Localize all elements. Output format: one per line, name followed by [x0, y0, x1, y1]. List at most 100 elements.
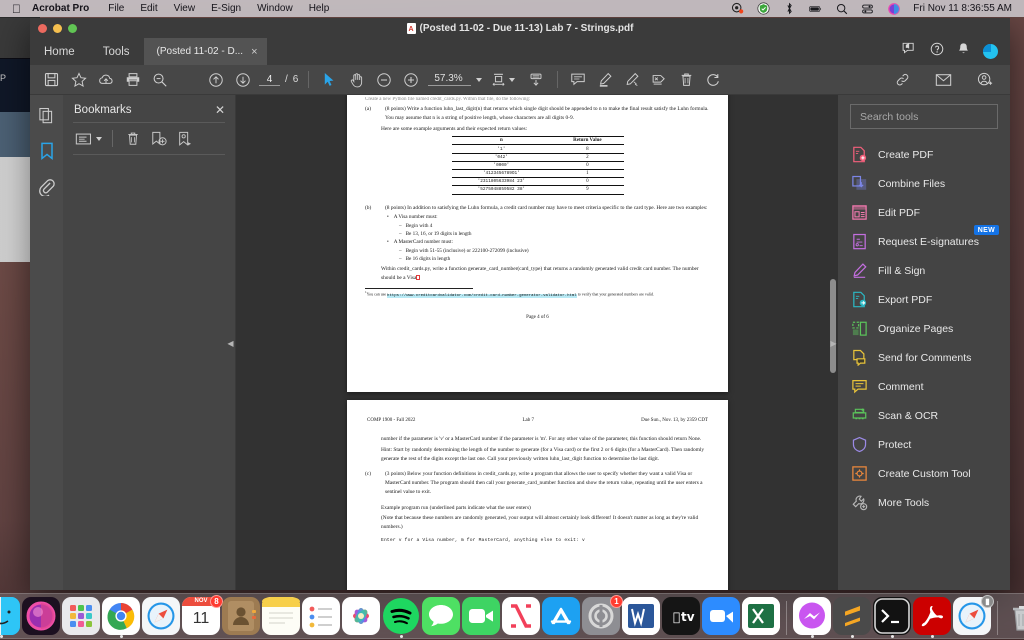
dock-item-apple-tv[interactable]: tv	[662, 597, 700, 635]
tool-organize-pages[interactable]: Organize Pages	[838, 314, 1010, 343]
delete-bookmark-icon[interactable]	[123, 129, 142, 148]
close-icon[interactable]: ×	[251, 46, 257, 58]
attachments-icon[interactable]	[36, 176, 58, 198]
menu-item-view[interactable]: View	[174, 3, 196, 14]
menu-item-acrobat-pro[interactable]: Acrobat Pro	[32, 3, 89, 14]
dock-item-launchpad[interactable]	[62, 597, 100, 635]
bluetooth-icon[interactable]	[783, 2, 796, 15]
zoom-level-value[interactable]: 57.3%	[428, 73, 471, 86]
minimize-window-button[interactable]	[53, 23, 62, 33]
account-avatar[interactable]	[983, 44, 998, 59]
dock-item-acrobat[interactable]	[913, 597, 951, 638]
next-page-icon[interactable]	[229, 68, 256, 92]
close-icon[interactable]: ✕	[215, 104, 225, 116]
zoom-control[interactable]: 57.3%	[428, 73, 482, 86]
menu-bar-clock[interactable]: Fri Nov 11 8:36:55 AM	[913, 3, 1012, 14]
control-center-icon[interactable]	[861, 2, 874, 15]
shield-icon[interactable]	[757, 2, 770, 15]
tool-edit-pdf[interactable]: Edit PDF	[838, 198, 1010, 227]
tab-home[interactable]: Home	[30, 38, 89, 65]
highlight-icon[interactable]	[592, 68, 619, 92]
screen-record-icon[interactable]	[731, 2, 744, 15]
dock-item-zoom[interactable]	[702, 597, 740, 635]
dock-item-sublime-text[interactable]	[833, 597, 871, 638]
dock-item-messenger[interactable]	[793, 597, 831, 638]
tool-create-pdf[interactable]: Create PDF	[838, 140, 1010, 169]
share-link-icon[interactable]	[889, 68, 916, 92]
search-tools-input[interactable]: Search tools	[850, 104, 998, 129]
add-comment-icon[interactable]	[565, 68, 592, 92]
delete-icon[interactable]	[673, 68, 700, 92]
select-tool-icon[interactable]	[316, 68, 343, 92]
zoom-out-icon[interactable]	[370, 68, 397, 92]
menu-item-esign[interactable]: E-Sign	[211, 3, 241, 14]
tool-combine-files[interactable]: Combine Files	[838, 169, 1010, 198]
tool-export-pdf[interactable]: Export PDF	[838, 285, 1010, 314]
document-viewer[interactable]: Create a new Python file named credit_ca…	[236, 95, 838, 590]
zoom-in-icon[interactable]	[397, 68, 424, 92]
menu-item-file[interactable]: File	[108, 3, 124, 14]
email-icon[interactable]	[930, 68, 957, 92]
dock-item-notes[interactable]	[262, 597, 300, 635]
dock-item-photos[interactable]	[342, 597, 380, 635]
upload-to-cloud-icon[interactable]	[92, 68, 119, 92]
help-icon[interactable]	[930, 42, 944, 61]
dock-item-safari-running[interactable]: ▮	[953, 595, 994, 635]
collapse-tools-panel-icon[interactable]: ▶	[829, 338, 838, 350]
maximize-window-button[interactable]	[68, 23, 77, 33]
dock-item-reminders[interactable]	[302, 597, 340, 635]
options-menu-icon[interactable]	[74, 129, 93, 148]
tab-tools[interactable]: Tools	[89, 38, 144, 65]
tool-send-for-comments[interactable]: Send for Comments	[838, 343, 1010, 372]
print-icon[interactable]	[119, 68, 146, 92]
tool-request-esignatures[interactable]: NEW Request E-signatures	[838, 225, 1010, 256]
dock-item-system-settings[interactable]: 1	[582, 595, 623, 635]
new-bookmark-icon[interactable]	[149, 129, 168, 148]
save-icon[interactable]	[38, 68, 65, 92]
dock-item-news[interactable]	[502, 597, 540, 635]
chevron-down-icon[interactable]	[96, 136, 102, 141]
dock-item-trash[interactable]	[1004, 597, 1024, 635]
dock-item-terminal[interactable]	[873, 597, 911, 638]
zoom-tool-icon[interactable]	[146, 68, 173, 92]
dock-item-chrome[interactable]	[102, 597, 140, 638]
apple-menu-icon[interactable]: 	[12, 3, 21, 15]
window-controls[interactable]	[30, 23, 77, 33]
dock-item-safari[interactable]	[142, 597, 180, 635]
dock-item-microsoft-excel[interactable]	[742, 597, 780, 635]
tool-more-tools[interactable]: More Tools	[838, 488, 1010, 517]
page-number-input[interactable]: 4	[259, 74, 280, 86]
dock-item-calendar[interactable]: NOV 11 8	[182, 595, 223, 635]
menu-item-edit[interactable]: Edit	[140, 3, 157, 14]
scroll-mode-icon[interactable]	[523, 68, 550, 92]
dock-item-app-store[interactable]	[542, 597, 580, 635]
draw-sign-icon[interactable]	[619, 68, 646, 92]
dock-item-contacts[interactable]	[222, 597, 260, 635]
dock-item-facetime[interactable]	[462, 597, 500, 635]
tool-comment[interactable]: Comment	[838, 372, 1010, 401]
tool-fill-and-sign[interactable]: Fill & Sign	[838, 256, 1010, 285]
notification-bell-icon[interactable]	[957, 42, 970, 61]
hand-tool-icon[interactable]	[343, 68, 370, 92]
tool-scan-and-ocr[interactable]: Scan & OCR	[838, 401, 1010, 430]
viewer-vertical-scrollbar[interactable]	[830, 279, 836, 373]
feedback-icon[interactable]	[902, 42, 917, 61]
tool-create-custom-tool[interactable]: Create Custom Tool	[838, 459, 1010, 488]
dock-item-siri[interactable]	[22, 597, 60, 635]
rotate-icon[interactable]	[700, 68, 727, 92]
edit-bookmark-icon[interactable]	[175, 129, 194, 148]
tab-document[interactable]: (Posted 11-02 - D... ×	[143, 38, 267, 65]
add-person-icon[interactable]	[971, 68, 998, 92]
star-icon[interactable]	[65, 68, 92, 92]
chevron-down-icon[interactable]	[475, 77, 482, 82]
battery-icon[interactable]	[809, 2, 822, 15]
stamp-icon[interactable]	[646, 68, 673, 92]
footnote-marker-box[interactable]	[416, 275, 420, 281]
siri-icon[interactable]	[887, 2, 900, 15]
spotlight-search-icon[interactable]	[835, 2, 848, 15]
fit-page-chevron-icon[interactable]	[508, 77, 515, 82]
menu-item-help[interactable]: Help	[309, 3, 330, 14]
footnote-link[interactable]: https://www.creditcardvalidator.com/cred…	[387, 293, 577, 298]
dock-item-finder[interactable]	[0, 597, 20, 638]
dock-item-microsoft-word[interactable]	[622, 597, 660, 635]
